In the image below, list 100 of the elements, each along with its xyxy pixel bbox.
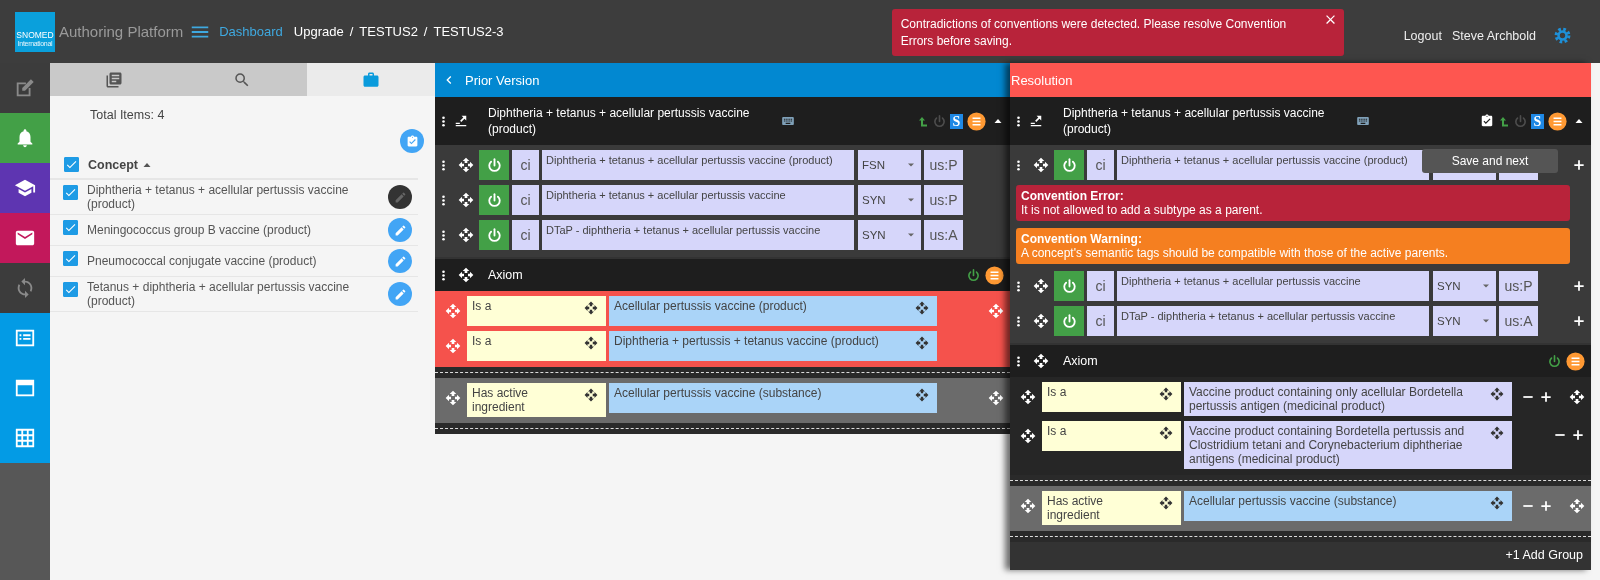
settings-icon[interactable]	[1553, 26, 1572, 45]
add-icon[interactable]	[1572, 158, 1586, 172]
move-icon[interactable]	[1159, 426, 1173, 440]
type-dropdown[interactable]: SYN	[858, 220, 921, 250]
tab[interactable]	[306, 63, 435, 96]
target-field[interactable]: Acellular pertussis vaccine (product)	[609, 296, 937, 326]
term-field[interactable]: Diphtheria + tetanus + acellular pertussis vaccine (product)	[542, 150, 854, 180]
keyboard-icon[interactable]	[1355, 114, 1371, 128]
move-icon[interactable]	[458, 227, 474, 243]
breadcrumb-link[interactable]: Upgrade	[293, 24, 344, 39]
target-field[interactable]: Vaccine product containing only acellular Bordetella pertussis antigen (medicinal product)	[1184, 382, 1512, 416]
keyboard-icon[interactable]	[780, 114, 796, 128]
menu-icon[interactable]	[1548, 111, 1567, 131]
concept-name[interactable]: Tetanus + diphtheria + acellular pertussis vaccine (product)	[87, 280, 388, 308]
move-icon[interactable]	[1490, 496, 1504, 510]
checkbox[interactable]	[63, 220, 78, 235]
drag-handle-icon[interactable]	[441, 268, 446, 282]
case-field[interactable]: ci	[512, 185, 539, 215]
concept-name[interactable]: Diphtheria + tetanus + acellular pertussis vaccine (product)	[87, 183, 388, 211]
move-icon[interactable]	[1159, 387, 1173, 401]
drag-handle-icon[interactable]	[1016, 158, 1021, 172]
acceptability-field[interactable]: us:P	[924, 185, 963, 215]
move-icon[interactable]	[458, 157, 474, 173]
active-toggle[interactable]	[479, 220, 509, 250]
s-badge[interactable]: S	[1531, 113, 1544, 129]
tray-arrow-icon[interactable]	[1029, 114, 1043, 128]
dashboard-link[interactable]: Dashboard	[219, 24, 283, 39]
drag-handle-icon[interactable]	[1016, 279, 1021, 293]
checkbox[interactable]	[63, 251, 78, 266]
breadcrumb-link[interactable]: TESTUS2	[359, 24, 418, 39]
move-icon[interactable]	[915, 336, 929, 350]
move-icon[interactable]	[915, 301, 929, 315]
type-dropdown[interactable]: SYN	[1433, 306, 1496, 336]
case-field[interactable]: ci	[1087, 271, 1114, 301]
move-icon[interactable]	[1490, 426, 1504, 440]
add-group-link[interactable]: +1 Add Group	[1505, 548, 1583, 562]
case-field[interactable]: ci	[1087, 306, 1114, 336]
clipboard-check-icon[interactable]	[1480, 114, 1494, 128]
acceptability-field[interactable]: us:A	[1499, 306, 1538, 336]
move-icon[interactable]	[1033, 278, 1049, 294]
power-icon[interactable]	[1547, 353, 1562, 369]
move-icon[interactable]	[1033, 313, 1049, 329]
move-icon[interactable]	[458, 192, 474, 208]
move-icon[interactable]	[1159, 496, 1173, 510]
attribute-field[interactable]: Is a	[1042, 421, 1181, 451]
menu-icon[interactable]	[967, 111, 986, 131]
attribute-field[interactable]: Is a	[467, 296, 606, 326]
tab[interactable]	[50, 63, 179, 96]
add-icon[interactable]	[1572, 279, 1586, 293]
target-field[interactable]: Vaccine product containing Bordetella pertussis and Clostridium tetani and Corynebacterium diphtheriae antigens (medicinal product)	[1184, 421, 1512, 469]
attribute-field[interactable]: Has active ingredient	[467, 383, 606, 417]
drag-handle-icon[interactable]	[441, 193, 446, 207]
drag-handle-icon[interactable]	[1016, 114, 1021, 128]
move-icon[interactable]	[584, 301, 598, 315]
sidebar-item[interactable]	[0, 163, 50, 213]
add-icon[interactable]	[1571, 428, 1585, 442]
concept-name[interactable]: Pneumococcal conjugate vaccine (product)	[87, 254, 388, 268]
breadcrumb-link[interactable]: TESTUS2-3	[433, 24, 504, 39]
edit-button[interactable]	[388, 185, 412, 209]
attribute-field[interactable]: Is a	[467, 331, 606, 361]
s-badge[interactable]: S	[950, 113, 963, 129]
type-dropdown[interactable]: FSN	[858, 150, 921, 180]
move-icon[interactable]	[1020, 428, 1036, 444]
active-toggle[interactable]	[479, 150, 509, 180]
menu-icon[interactable]	[985, 265, 1004, 285]
active-toggle[interactable]	[1054, 306, 1084, 336]
move-icon[interactable]	[1569, 389, 1585, 405]
acceptability-field[interactable]: us:A	[924, 220, 963, 250]
active-toggle[interactable]	[1054, 271, 1084, 301]
add-icon[interactable]	[1572, 314, 1586, 328]
tray-arrow-icon[interactable]	[454, 114, 468, 128]
user-link[interactable]: Steve Archbold	[1451, 28, 1536, 43]
sidebar-item[interactable]	[0, 213, 50, 263]
term-field[interactable]: DTaP - diphtheria + tetanus + acellular pertussis vaccine	[542, 220, 854, 250]
concept-name[interactable]: Meningococcus group B vaccine (product)	[87, 223, 388, 237]
acceptability-field[interactable]: us:P	[1499, 271, 1538, 301]
type-dropdown[interactable]: SYN	[858, 185, 921, 215]
move-icon[interactable]	[1033, 157, 1049, 173]
move-icon[interactable]	[1020, 389, 1036, 405]
case-field[interactable]: ci	[512, 220, 539, 250]
move-icon[interactable]	[584, 388, 598, 402]
active-toggle[interactable]	[1054, 150, 1084, 180]
attribute-field[interactable]: Has active ingredient	[1042, 491, 1181, 525]
case-field[interactable]: ci	[512, 150, 539, 180]
acceptability-field[interactable]: us:P	[924, 150, 963, 180]
move-icon[interactable]	[458, 267, 474, 283]
drag-handle-icon[interactable]	[441, 228, 446, 242]
move-icon[interactable]	[1490, 387, 1504, 401]
checkbox[interactable]	[63, 185, 78, 200]
add-icon[interactable]	[1539, 390, 1553, 404]
active-toggle[interactable]	[479, 185, 509, 215]
move-icon[interactable]	[584, 336, 598, 350]
checkbox[interactable]	[63, 282, 78, 297]
power-icon[interactable]	[966, 267, 981, 283]
menu-icon[interactable]	[1566, 351, 1585, 371]
term-field[interactable]: Diphtheria + tetanus + acellular pertussis vaccine (product)	[1117, 150, 1429, 180]
target-field[interactable]: Acellular pertussis vaccine (substance)	[1184, 491, 1512, 521]
target-field[interactable]: Diphtheria + pertussis + tetanus vaccine (product)	[609, 331, 937, 361]
term-field[interactable]: DTaP - diphtheria + tetanus + acellular pertussis vaccine	[1117, 306, 1429, 336]
drag-handle-icon[interactable]	[441, 114, 446, 128]
